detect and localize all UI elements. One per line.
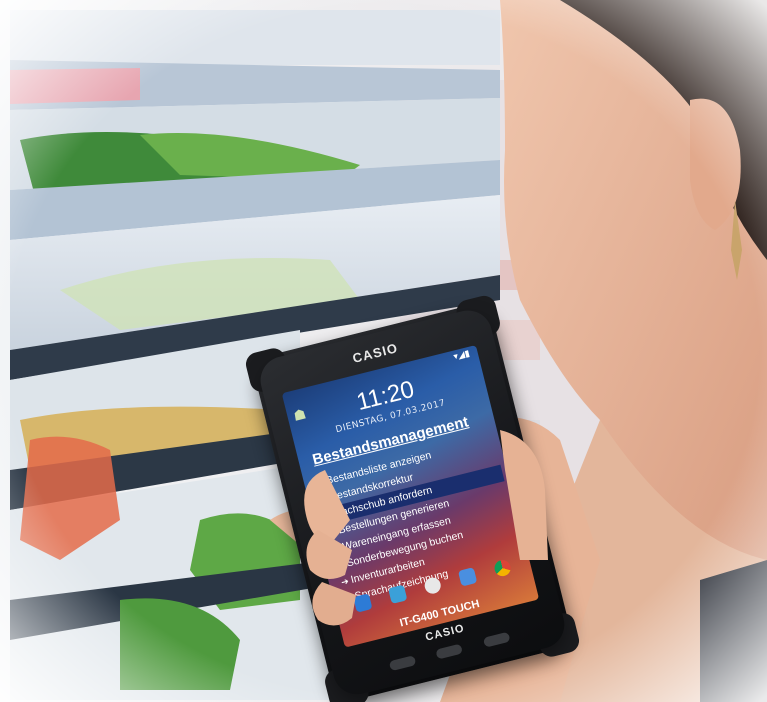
phone-icon[interactable] — [353, 593, 373, 613]
chrome-icon[interactable] — [492, 558, 513, 578]
photo-scene: CASIO ▾◢▮ ☗ 11:20 DIENSTAG, 07.03.2017 B… — [0, 0, 767, 702]
messages-icon[interactable] — [457, 567, 478, 587]
apps-icon[interactable] — [423, 575, 443, 596]
contacts-icon[interactable] — [388, 584, 408, 604]
